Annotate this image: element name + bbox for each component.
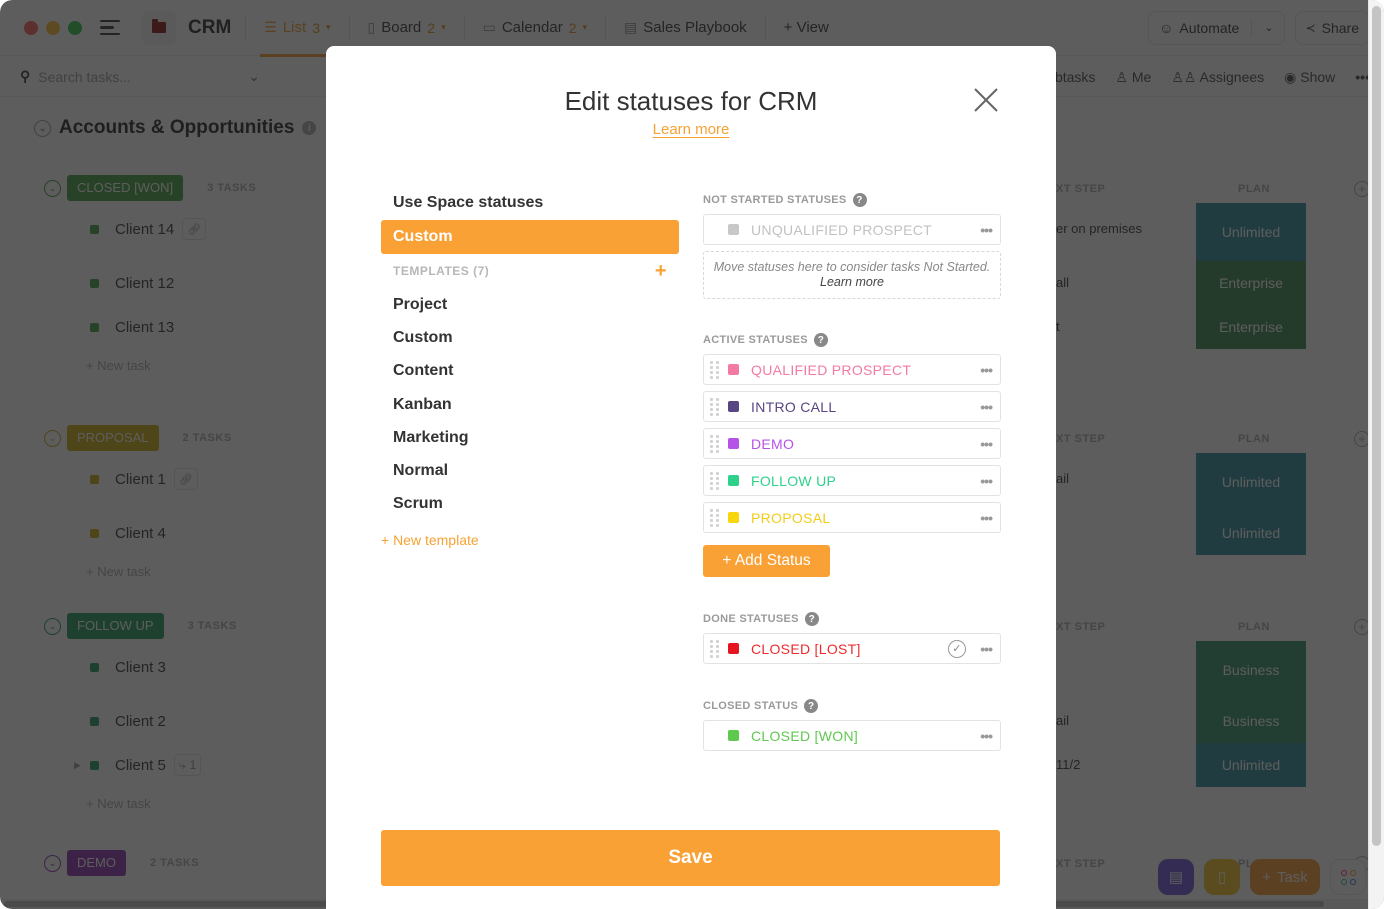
section-label-text: ACTIVE STATUSES (703, 334, 808, 346)
template-item[interactable]: Marketing (381, 421, 679, 454)
statuses-panel: NOT STARTED STATUSES ? UNQUALIFIED PROSP… (703, 192, 1001, 751)
status-name[interactable]: INTRO CALL (751, 399, 836, 415)
section-label-text: CLOSED STATUS (703, 700, 799, 712)
status-color-swatch[interactable] (728, 438, 739, 449)
more-options-icon[interactable]: ••• (980, 362, 993, 378)
status-color-swatch[interactable] (728, 643, 739, 654)
app-window: CRM ☰ List 3 ▾ ▯ Board 2 ▾ ▭ Calendar 2 … (0, 0, 1384, 909)
dropzone-text: Move statuses here to consider tasks Not… (713, 260, 991, 274)
status-name[interactable]: FOLLOW UP (751, 473, 836, 489)
check-circle-icon[interactable]: ✓ (948, 639, 966, 658)
not-started-label: NOT STARTED STATUSES ? (703, 192, 1001, 208)
edit-statuses-modal: Edit statuses for CRM Learn more Use Spa… (326, 46, 1056, 909)
status-color-swatch[interactable] (728, 730, 739, 741)
status-row[interactable]: CLOSED [LOST] ✓ ••• (703, 633, 1001, 664)
template-item[interactable]: Kanban (381, 388, 679, 421)
active-statuses-list: QUALIFIED PROSPECT ••• INTRO CALL ••• DEMO ••… (703, 354, 1001, 533)
more-options-icon[interactable]: ••• (980, 399, 993, 415)
dropzone-learn-more-link[interactable]: Learn more (820, 275, 884, 289)
templates-label: TEMPLATES (7) (393, 264, 490, 278)
section-label-text: NOT STARTED STATUSES (703, 194, 847, 206)
done-label: DONE STATUSES ? (703, 611, 1001, 627)
template-item[interactable]: Content (381, 355, 679, 388)
status-name[interactable]: DEMO (751, 436, 794, 452)
modal-title: Edit statuses for CRM (564, 86, 818, 116)
status-row[interactable]: CLOSED [WON] ••• (703, 720, 1001, 751)
new-template-link[interactable]: + New template (381, 525, 679, 555)
status-row[interactable]: DEMO ••• (703, 428, 1001, 459)
template-item[interactable]: Normal (381, 454, 679, 487)
status-row[interactable]: FOLLOW UP ••• (703, 465, 1001, 496)
active-label: ACTIVE STATUSES ? (703, 332, 1001, 348)
status-color-swatch[interactable] (728, 224, 739, 235)
help-icon[interactable]: ? (852, 193, 867, 207)
save-button[interactable]: Save (381, 830, 1000, 886)
more-options-icon[interactable]: ••• (980, 222, 993, 238)
status-color-swatch[interactable] (728, 512, 739, 523)
status-color-swatch[interactable] (728, 475, 739, 486)
done-statuses-list: CLOSED [LOST] ✓ ••• (703, 633, 1001, 664)
drag-handle-icon[interactable] (710, 509, 719, 527)
drag-handle-icon[interactable] (710, 398, 719, 416)
add-template-icon[interactable]: + (655, 260, 667, 283)
closed-status-list: CLOSED [WON] ••• (703, 720, 1001, 751)
closed-label: CLOSED STATUS ? (703, 698, 1001, 714)
status-name[interactable]: CLOSED [LOST] (751, 641, 861, 657)
status-color-swatch[interactable] (728, 401, 739, 412)
help-icon[interactable]: ? (804, 612, 819, 626)
status-name[interactable]: CLOSED [WON] (751, 728, 858, 744)
help-icon[interactable]: ? (813, 333, 828, 347)
status-row[interactable]: UNQUALIFIED PROSPECT ••• (703, 214, 1001, 245)
status-name[interactable]: UNQUALIFIED PROSPECT (751, 222, 932, 238)
more-options-icon[interactable]: ••• (980, 510, 993, 526)
template-item[interactable]: Scrum (381, 488, 679, 521)
learn-more-link[interactable]: Learn more (653, 121, 730, 138)
status-color-swatch[interactable] (728, 364, 739, 375)
drag-handle-icon[interactable] (710, 640, 719, 658)
more-options-icon[interactable]: ••• (980, 641, 993, 657)
status-row[interactable]: INTRO CALL ••• (703, 391, 1001, 422)
status-name[interactable]: QUALIFIED PROSPECT (751, 362, 911, 378)
section-label-text: DONE STATUSES (703, 613, 799, 625)
template-item[interactable]: Custom (381, 321, 679, 354)
template-item[interactable]: Project (381, 288, 679, 321)
status-row[interactable]: QUALIFIED PROSPECT ••• (703, 354, 1001, 385)
drag-handle-icon[interactable] (710, 472, 719, 490)
add-status-button[interactable]: + Add Status (703, 545, 830, 577)
close-icon[interactable] (972, 86, 1000, 114)
custom-option[interactable]: Custom (381, 220, 679, 254)
status-source-list: Use Space statuses Custom TEMPLATES (7) … (381, 186, 679, 555)
status-name[interactable]: PROPOSAL (751, 510, 830, 526)
not-started-list: UNQUALIFIED PROSPECT ••• (703, 214, 1001, 245)
more-options-icon[interactable]: ••• (980, 728, 993, 744)
use-space-statuses-option[interactable]: Use Space statuses (381, 186, 679, 220)
more-options-icon[interactable]: ••• (980, 436, 993, 452)
templates-header: TEMPLATES (7) + (381, 254, 679, 288)
vertical-scrollbar[interactable] (1368, 0, 1384, 909)
drag-handle-icon[interactable] (710, 361, 719, 379)
more-options-icon[interactable]: ••• (980, 473, 993, 489)
status-row[interactable]: PROPOSAL ••• (703, 502, 1001, 533)
drag-handle-icon[interactable] (710, 435, 719, 453)
templates-list: Project Custom Content Kanban Marketing Norma… (381, 288, 679, 521)
help-icon[interactable]: ? (804, 699, 819, 713)
not-started-dropzone[interactable]: Move statuses here to consider tasks Not… (703, 251, 1001, 299)
